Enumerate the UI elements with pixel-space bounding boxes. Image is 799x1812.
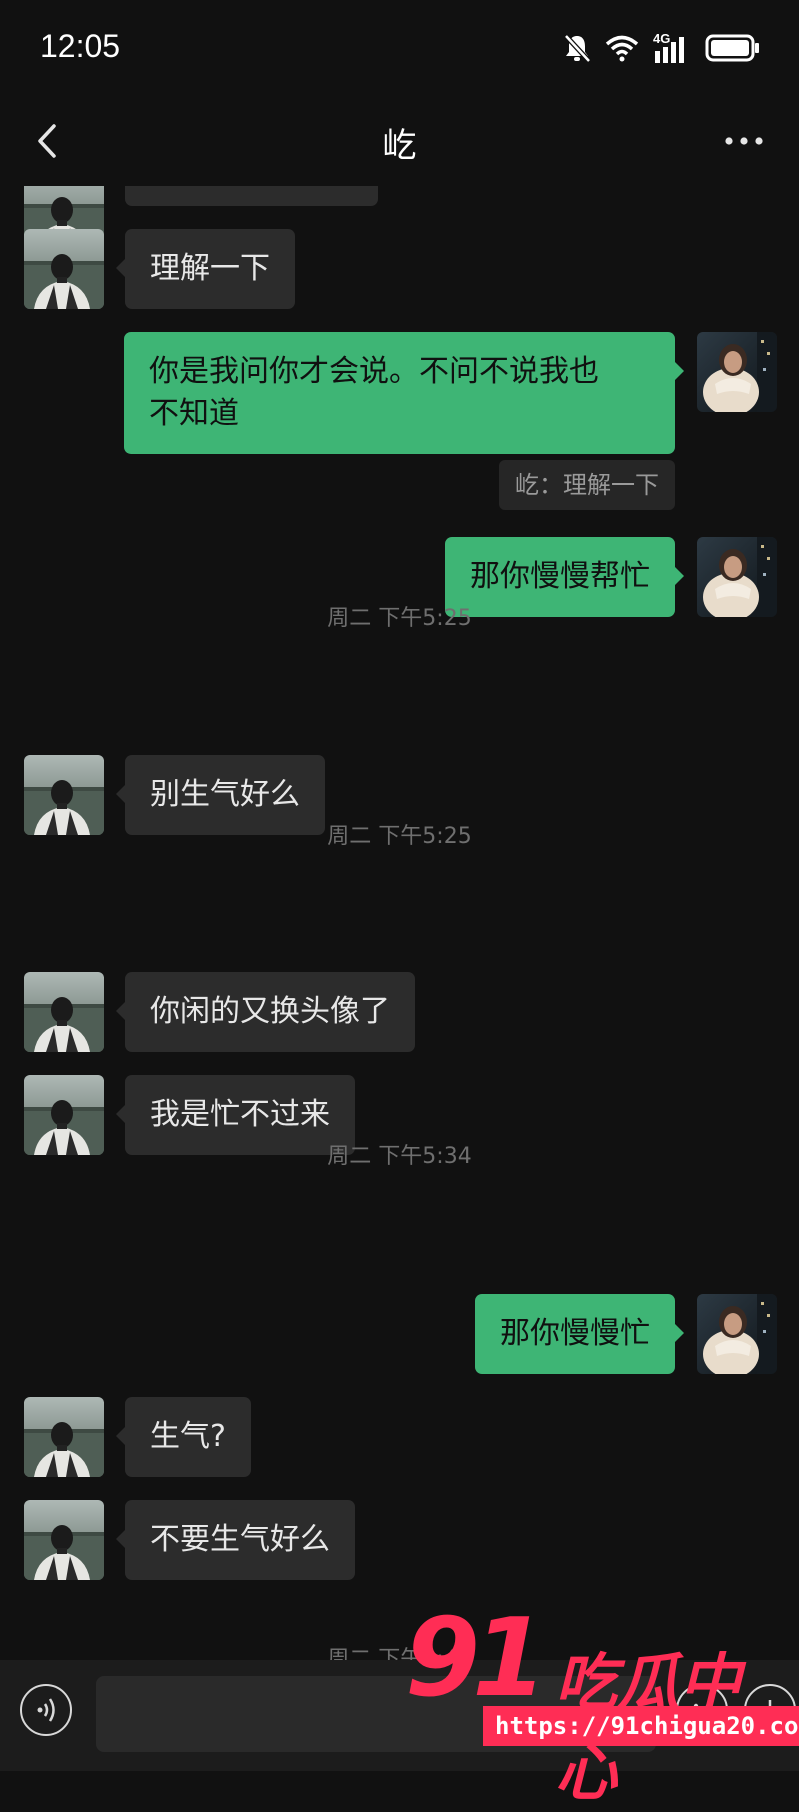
message-text-line: 不知道: [149, 396, 239, 431]
contact-avatar[interactable]: [24, 972, 104, 1052]
more-functions-button[interactable]: [744, 1684, 796, 1736]
message-bubble-outgoing[interactable]: 你是我问你才会说。不问不说我也 不知道: [124, 332, 684, 454]
more-options-button[interactable]: [719, 118, 769, 164]
my-avatar[interactable]: [697, 332, 777, 412]
chat-header: 屹: [0, 96, 799, 186]
timestamp: 周二 下午5:25: [327, 824, 472, 849]
contact-avatar[interactable]: [24, 1500, 104, 1580]
input-bar: [0, 1660, 799, 1771]
status-time: 12:05: [40, 28, 121, 64]
timestamp: 周二 下午5:34: [327, 1144, 472, 1169]
message-input[interactable]: [96, 1676, 656, 1752]
message-bubble-outgoing[interactable]: 那你慢慢忙: [475, 1294, 684, 1374]
status-bar: 12:05 4G: [0, 0, 799, 96]
chat-title: 屹: [382, 126, 417, 166]
message-text-line: 你是我问你才会说。不问不说我也: [149, 354, 599, 389]
plus-icon: [760, 1700, 780, 1720]
battery-icon: [705, 34, 759, 62]
message-list[interactable]: 理解一下 你是我问你才会说。不问不说我也 不知道 屹：理解一下 那你慢慢帮忙 周…: [0, 186, 799, 1660]
message-bubble-incoming[interactable]: 不要生气好么: [116, 1500, 355, 1580]
emoji-icon: [693, 1703, 711, 1719]
voice-icon: [37, 1698, 55, 1722]
my-avatar[interactable]: [697, 1294, 777, 1374]
message-bubble-incoming[interactable]: 生气?: [116, 1397, 251, 1477]
bell-muted-icon: [564, 34, 591, 63]
quoted-reply[interactable]: 屹：理解一下: [499, 460, 675, 510]
more-dots-icon: [725, 137, 763, 145]
contact-avatar[interactable]: [24, 229, 104, 309]
contact-avatar[interactable]: [24, 1397, 104, 1477]
wifi-icon: [605, 35, 639, 62]
message-bubble-incoming[interactable]: 你闲的又换头像了: [116, 972, 415, 1052]
voice-input-button[interactable]: [20, 1684, 72, 1736]
timestamp: 周二 下午5:40: [327, 1647, 472, 1660]
status-icons: 4G: [563, 28, 761, 68]
message-bubble-partial: [125, 186, 378, 206]
message-bubble-incoming[interactable]: 理解一下: [116, 229, 295, 309]
timestamp: 周二 下午5:25: [327, 606, 472, 631]
cellular-signal-icon: 4G: [653, 31, 691, 63]
emoji-button[interactable]: [676, 1684, 728, 1736]
